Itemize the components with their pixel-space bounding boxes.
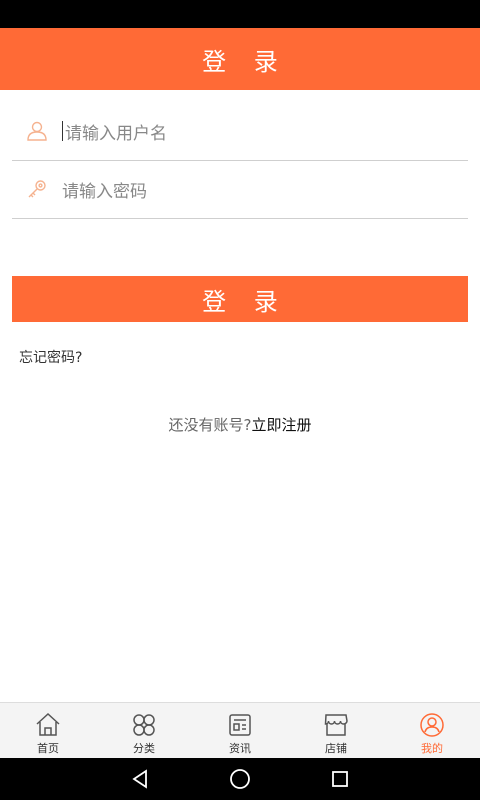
forgot-password-link[interactable]: 忘记密码? bbox=[19, 347, 82, 367]
status-bar bbox=[0, 0, 480, 28]
register-prompt: 还没有账号? bbox=[168, 416, 252, 434]
profile-icon bbox=[420, 713, 444, 737]
tab-label: 资讯 bbox=[229, 742, 251, 755]
user-icon bbox=[24, 118, 50, 144]
tab-label: 店铺 bbox=[325, 742, 347, 755]
system-nav-bar bbox=[0, 758, 480, 800]
password-placeholder: 请输入密码 bbox=[62, 181, 147, 202]
news-icon bbox=[229, 714, 251, 736]
tab-home[interactable]: 首页 bbox=[0, 703, 96, 759]
page-title: 登 录 bbox=[202, 47, 288, 76]
app-header: 登 录 bbox=[0, 28, 480, 90]
register-line: 还没有账号?立即注册 bbox=[0, 414, 480, 435]
register-link[interactable]: 立即注册 bbox=[251, 416, 311, 434]
tab-label: 首页 bbox=[37, 742, 59, 755]
tab-label: 分类 bbox=[133, 742, 155, 755]
username-placeholder: 请输入用户名 bbox=[65, 123, 167, 144]
password-field[interactable]: 请输入密码 bbox=[12, 160, 468, 219]
back-icon[interactable] bbox=[129, 768, 151, 790]
home-icon bbox=[36, 712, 60, 736]
store-icon bbox=[324, 714, 348, 736]
username-field[interactable]: 请输入用户名 bbox=[12, 102, 468, 161]
home-circle-icon[interactable] bbox=[229, 768, 251, 790]
key-icon bbox=[24, 176, 50, 202]
bottom-tab-bar: 首页 分类 资讯 店铺 我的 bbox=[0, 702, 480, 759]
tab-category[interactable]: 分类 bbox=[96, 703, 192, 759]
recents-icon[interactable] bbox=[329, 768, 351, 790]
tab-label: 我的 bbox=[421, 742, 443, 755]
login-button[interactable]: 登 录 bbox=[12, 276, 468, 322]
category-icon bbox=[133, 714, 155, 736]
username-input[interactable]: 请输入用户名 bbox=[62, 119, 167, 144]
text-caret bbox=[62, 121, 63, 141]
tab-store[interactable]: 店铺 bbox=[288, 703, 384, 759]
password-input[interactable]: 请输入密码 bbox=[62, 177, 147, 202]
tab-profile[interactable]: 我的 bbox=[384, 703, 480, 759]
tab-news[interactable]: 资讯 bbox=[192, 703, 288, 759]
